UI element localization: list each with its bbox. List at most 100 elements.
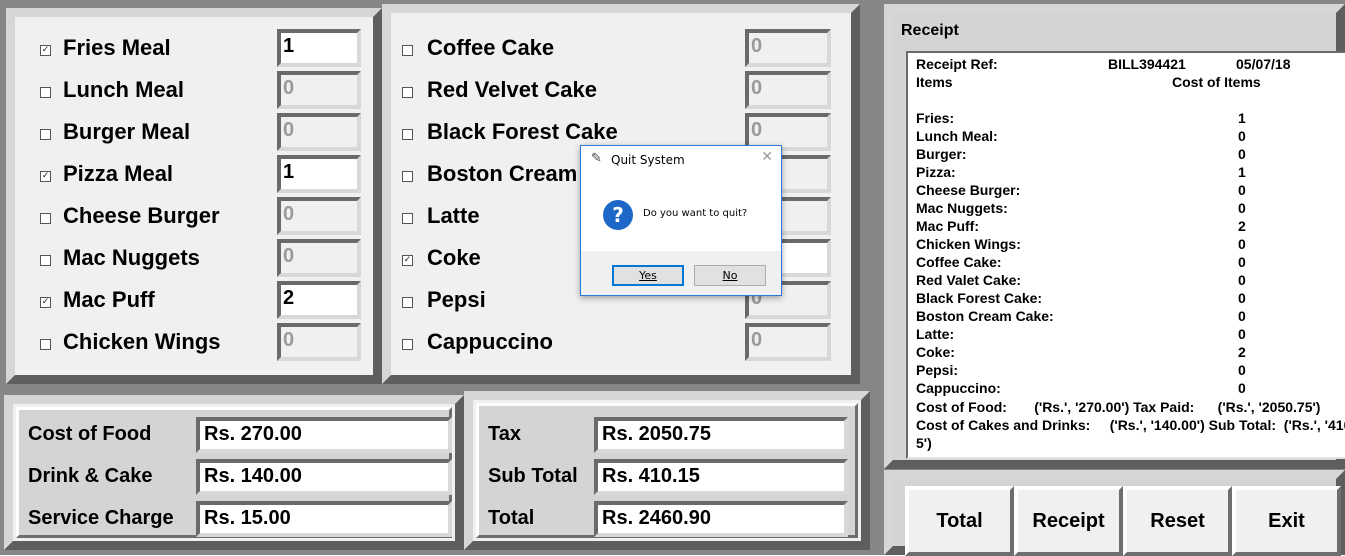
- receipt-footer-3: 5'): [916, 435, 932, 451]
- receipt-ref-value: BILL394421: [1108, 56, 1186, 72]
- cost-label: Total: [488, 507, 535, 529]
- cost-label: Drink & Cake: [28, 465, 153, 487]
- cost-value-field[interactable]: Rs. 270.00: [196, 417, 452, 453]
- receipt-item-qty: 0: [1238, 254, 1246, 270]
- item-checkbox[interactable]: [402, 339, 413, 350]
- receipt-item-name: Black Forest Cake:: [916, 290, 1043, 306]
- receipt-item-qty: 0: [1238, 128, 1246, 144]
- item-checkbox[interactable]: [402, 171, 413, 182]
- receipt-item-name: Cheese Burger:: [916, 182, 1021, 198]
- receipt-text-area[interactable]: Receipt Ref: BILL394421 05/07/18 Items C…: [906, 51, 1345, 459]
- qty-field[interactable]: 0: [745, 71, 831, 109]
- item-label: Pepsi: [427, 287, 486, 312]
- receipt-item-name: Coffee Cake:: [916, 254, 1002, 270]
- receipt-item-qty: 1: [1238, 164, 1246, 180]
- item-label: Fries Meal: [63, 35, 171, 60]
- item-checkbox[interactable]: ✓: [40, 171, 51, 182]
- qty-field[interactable]: 0: [277, 197, 361, 235]
- receipt-title: Receipt: [901, 22, 959, 39]
- close-icon[interactable]: ✕: [761, 149, 773, 165]
- total-button[interactable]: Total: [905, 486, 1014, 556]
- question-icon: ?: [603, 200, 633, 230]
- receipt-button[interactable]: Receipt: [1014, 486, 1123, 556]
- receipt-ref-label: Receipt Ref:: [916, 56, 998, 72]
- exit-button[interactable]: Exit: [1232, 486, 1341, 556]
- receipt-date: 05/07/18: [1236, 56, 1291, 72]
- item-label: Red Velvet Cake: [427, 77, 597, 102]
- qty-field[interactable]: 0: [277, 113, 361, 151]
- item-checkbox[interactable]: [40, 339, 51, 350]
- qty-field[interactable]: 0: [277, 71, 361, 109]
- reset-button[interactable]: Reset: [1123, 486, 1232, 556]
- item-checkbox[interactable]: [40, 255, 51, 266]
- receipt-item-name: Red Valet Cake:: [916, 272, 1022, 288]
- dialog-title: Quit System: [611, 153, 685, 167]
- item-label: Mac Puff: [63, 287, 155, 312]
- quit-dialog: ✎ Quit System ✕ ? Do you want to quit? Y…: [580, 145, 782, 296]
- feather-icon: ✎: [591, 151, 602, 166]
- cost-value-field[interactable]: Rs. 140.00: [196, 459, 452, 495]
- qty-field[interactable]: 1: [277, 155, 361, 193]
- dialog-message: Do you want to quit?: [643, 208, 748, 219]
- receipt-item-qty: 0: [1238, 380, 1246, 396]
- receipt-item-name: Pizza:: [916, 164, 956, 180]
- receipt-item-qty: 2: [1238, 218, 1246, 234]
- receipt-item-qty: 0: [1238, 326, 1246, 342]
- cost-value-field[interactable]: Rs. 15.00: [196, 501, 452, 537]
- item-label: Latte: [427, 203, 480, 228]
- qty-field[interactable]: 2: [277, 281, 361, 319]
- yes-label: Yes: [639, 269, 657, 282]
- item-checkbox[interactable]: [40, 87, 51, 98]
- receipt-item-qty: 1: [1238, 110, 1246, 126]
- item-checkbox[interactable]: [402, 297, 413, 308]
- item-checkbox[interactable]: ✓: [40, 45, 51, 56]
- receipt-item-qty: 0: [1238, 146, 1246, 162]
- item-checkbox[interactable]: [402, 87, 413, 98]
- receipt-item-qty: 0: [1238, 290, 1246, 306]
- receipt-item-name: Burger:: [916, 146, 967, 162]
- item-label: Cheese Burger: [63, 203, 220, 228]
- item-checkbox[interactable]: [402, 213, 413, 224]
- qty-field[interactable]: 0: [745, 323, 831, 361]
- receipt-item-name: Mac Puff:: [916, 218, 979, 234]
- item-label: Black Forest Cake: [427, 119, 618, 144]
- qty-field[interactable]: 1: [277, 29, 361, 67]
- item-label: Coke: [427, 245, 481, 270]
- receipt-item-qty: 0: [1238, 362, 1246, 378]
- qty-field[interactable]: 0: [277, 323, 361, 361]
- cost-value-field[interactable]: Rs. 410.15: [594, 459, 848, 495]
- item-checkbox[interactable]: [40, 213, 51, 224]
- receipt-item-name: Fries:: [916, 110, 955, 126]
- item-checkbox[interactable]: [402, 129, 413, 140]
- receipt-items-label: Items: [916, 74, 953, 90]
- receipt-panel: Receipt Receipt Ref: BILL394421 05/07/18…: [884, 4, 1345, 469]
- receipt-item-name: Lunch Meal:: [916, 128, 998, 144]
- item-label: Chicken Wings: [63, 329, 221, 354]
- item-label: Burger Meal: [63, 119, 191, 144]
- buttons-panel: Total Receipt Reset Exit: [884, 470, 1345, 556]
- receipt-item-qty: 0: [1238, 182, 1246, 198]
- receipt-item-name: Boston Cream Cake:: [916, 308, 1054, 324]
- item-checkbox[interactable]: ✓: [402, 255, 413, 266]
- no-button[interactable]: No: [694, 265, 766, 286]
- receipt-item-qty: 0: [1238, 236, 1246, 252]
- item-checkbox[interactable]: [40, 129, 51, 140]
- qty-field[interactable]: 0: [277, 239, 361, 277]
- receipt-item-name: Cappuccino:: [916, 380, 1001, 396]
- receipt-footer-2: Cost of Cakes and Drinks: ('Rs.', '140.0…: [916, 417, 1345, 433]
- no-label: No: [722, 269, 738, 282]
- receipt-item-qty: 0: [1238, 272, 1246, 288]
- receipt-item-qty: 0: [1238, 200, 1246, 216]
- qty-field[interactable]: 0: [745, 29, 831, 67]
- cost-label: Tax: [488, 423, 521, 445]
- item-label: Pizza Meal: [63, 161, 174, 186]
- item-checkbox[interactable]: [402, 45, 413, 56]
- cost-value-field[interactable]: Rs. 2460.90: [594, 501, 848, 537]
- cost-value-field[interactable]: Rs. 2050.75: [594, 417, 848, 453]
- yes-button[interactable]: Yes: [612, 265, 684, 286]
- cost-label: Sub Total: [488, 465, 578, 487]
- dialog-footer: Yes No: [581, 251, 781, 295]
- receipt-footer-1: Cost of Food: ('Rs.', '270.00') Tax Paid…: [916, 399, 1321, 415]
- app-window: ✓ Fries Meal 1 Lunch Meal 0 Burger Meal 0 ✓ Pizz…: [0, 0, 1345, 556]
- item-checkbox[interactable]: ✓: [40, 297, 51, 308]
